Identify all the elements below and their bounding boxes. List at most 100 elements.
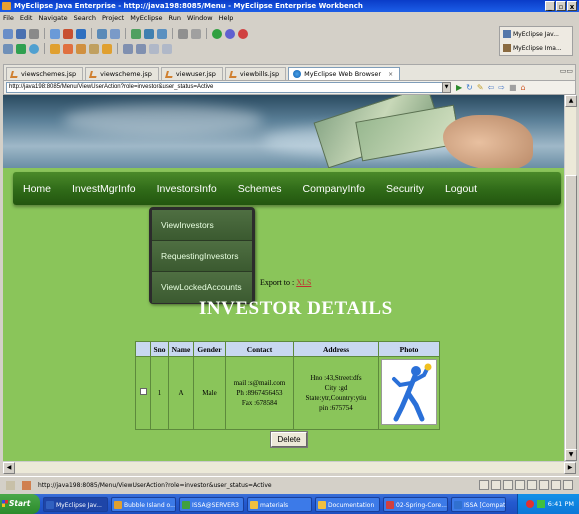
tab-viewscheme-jsp[interactable]: viewscheme.jsp <box>85 67 159 80</box>
status-icon[interactable] <box>527 480 537 490</box>
external-tools-icon[interactable] <box>238 28 248 39</box>
contact-mail: mail :s@mail.com <box>233 379 286 387</box>
forward-icon[interactable] <box>162 43 172 54</box>
status-icon[interactable] <box>491 480 501 490</box>
folder-icon[interactable] <box>50 43 60 54</box>
nav-investmgrinfo[interactable]: InvestMgrInfo <box>72 183 136 195</box>
status-icon[interactable] <box>515 480 525 490</box>
back-arrow-icon[interactable]: ⇦ <box>488 82 495 93</box>
menu-help[interactable]: Help <box>219 12 234 24</box>
perspective-myeclipse-image[interactable]: MyEclipse Ima... <box>500 41 572 55</box>
go-icon[interactable]: ▶ <box>456 82 462 93</box>
new-jsp-icon[interactable] <box>3 43 13 54</box>
horizontal-scrollbar[interactable]: ◀ ▶ <box>3 461 576 474</box>
html-icon[interactable] <box>63 43 73 54</box>
menu-bar: File Edit Navigate Search Project MyEcli… <box>0 12 579 24</box>
wizard-icon[interactable] <box>191 28 201 39</box>
status-icon[interactable] <box>479 480 489 490</box>
task-documentation[interactable]: Documentation <box>315 496 380 512</box>
tray-icon[interactable] <box>536 500 545 508</box>
menu-myeclipse[interactable]: MyEclipse <box>130 12 162 24</box>
new-package-icon[interactable] <box>144 28 154 39</box>
minimize-button[interactable]: _ <box>545 1 555 11</box>
scroll-left-icon[interactable]: ◀ <box>3 462 15 474</box>
close-window-button[interactable]: x <box>567 1 577 11</box>
scroll-up-icon[interactable]: ▲ <box>565 95 577 107</box>
open-folder-icon[interactable] <box>102 43 112 54</box>
menu-file[interactable]: File <box>3 12 14 24</box>
vertical-scrollbar[interactable]: ▲ ▼ <box>564 95 577 461</box>
deploy-icon[interactable] <box>63 28 73 39</box>
forward-arrow-icon[interactable]: ⇨ <box>498 82 505 93</box>
search-icon[interactable] <box>178 28 188 39</box>
refresh-icon[interactable]: ↻ <box>466 82 473 93</box>
new-icon[interactable] <box>3 28 13 39</box>
print-icon[interactable] <box>29 28 39 39</box>
task-bubble-island[interactable]: Bubble Island o... <box>111 496 176 512</box>
scroll-thumb[interactable] <box>565 175 577 450</box>
close-tab-icon[interactable]: × <box>388 68 393 81</box>
col-address: Address <box>294 342 378 356</box>
browser-icon[interactable] <box>76 28 86 39</box>
nav-security[interactable]: Security <box>386 183 424 195</box>
nav-logout[interactable]: Logout <box>445 183 477 195</box>
bookmark-icon[interactable]: ✎ <box>477 82 484 93</box>
nav-companyinfo[interactable]: CompanyInfo <box>303 183 365 195</box>
new-project-icon[interactable] <box>131 28 141 39</box>
nav-schemes[interactable]: Schemes <box>238 183 282 195</box>
row-checkbox[interactable] <box>139 388 147 395</box>
next-annotation-icon[interactable] <box>123 43 133 54</box>
save-icon[interactable] <box>16 28 26 39</box>
dropdown-requesting-investors[interactable]: RequestingInvestors <box>152 241 252 272</box>
scroll-right-icon[interactable]: ▶ <box>564 462 576 474</box>
export-xls-link[interactable]: XLS <box>296 278 311 287</box>
open-type-icon[interactable] <box>97 28 107 39</box>
scroll-down-icon[interactable]: ▼ <box>565 449 577 461</box>
open-resource-icon[interactable] <box>110 28 120 39</box>
back-icon[interactable] <box>149 43 159 54</box>
run-icon[interactable] <box>212 28 222 39</box>
task-issa-server[interactable]: ISSA@SERVER3 <box>179 496 244 512</box>
css-icon[interactable] <box>76 43 86 54</box>
tab-viewschemes-jsp[interactable]: viewschemes.jsp <box>6 67 84 80</box>
prev-annotation-icon[interactable] <box>136 43 146 54</box>
status-icon[interactable] <box>539 480 549 490</box>
tray-icon[interactable] <box>525 500 534 508</box>
status-icon[interactable] <box>503 480 513 490</box>
new-class-icon[interactable] <box>157 28 167 39</box>
server-icon[interactable] <box>50 28 60 39</box>
task-materials[interactable]: materials <box>247 496 312 512</box>
task-myeclipse[interactable]: MyEclipse Jav... <box>43 496 108 512</box>
stop-icon[interactable]: ■ <box>509 82 517 93</box>
status-icon[interactable] <box>563 480 573 490</box>
task-spring-core[interactable]: 02-Spring-Core.... <box>383 496 448 512</box>
pin-icon[interactable] <box>22 481 31 490</box>
nav-home[interactable]: Home <box>23 183 51 195</box>
url-dropdown-icon[interactable]: ▼ <box>442 82 451 93</box>
menu-window[interactable]: Window <box>187 12 213 24</box>
tab-web-browser[interactable]: MyEclipse Web Browser × <box>288 67 401 81</box>
menu-run[interactable]: Run <box>169 12 181 24</box>
tab-viewuser-jsp[interactable]: viewuser.jsp <box>160 67 223 80</box>
debug-icon[interactable] <box>225 28 235 39</box>
globe-icon[interactable] <box>29 43 39 54</box>
start-button[interactable]: Start <box>0 494 40 514</box>
menu-navigate[interactable]: Navigate <box>38 12 67 24</box>
task-issa-compat[interactable]: ISSA [Compatibi... <box>451 496 506 512</box>
tab-viewbills-jsp[interactable]: viewbills.jsp <box>224 67 287 80</box>
menu-search[interactable]: Search <box>74 12 96 24</box>
add-icon[interactable] <box>16 43 26 54</box>
minimize-maximize-icon[interactable]: ▭▭ <box>560 67 573 75</box>
url-input[interactable]: http://java198:8085/Menu/ViewUserAction?… <box>6 82 446 93</box>
dropdown-view-investors[interactable]: ViewInvestors <box>152 210 252 241</box>
status-icon[interactable] <box>551 480 561 490</box>
maximize-button[interactable]: ▫ <box>556 1 566 11</box>
nav-investorsinfo[interactable]: InvestorsInfo <box>157 183 217 195</box>
menu-project[interactable]: Project <box>102 12 124 24</box>
delete-button[interactable]: Delete <box>270 431 308 448</box>
home-icon[interactable]: ⌂ <box>521 82 526 93</box>
script-icon[interactable] <box>89 43 99 54</box>
fast-view-icon[interactable] <box>6 481 15 490</box>
perspective-myeclipse-java[interactable]: MyEclipse Jav... <box>500 27 572 41</box>
menu-edit[interactable]: Edit <box>20 12 33 24</box>
